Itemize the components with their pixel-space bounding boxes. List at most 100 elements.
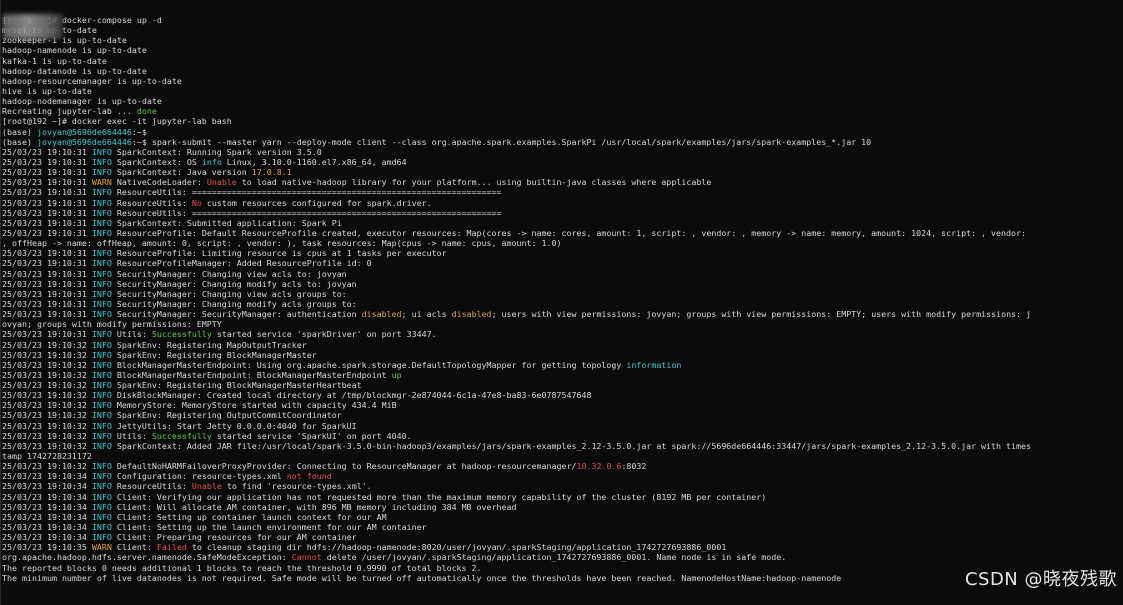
- terminal-line: mysql is up-to-date: [2, 25, 1119, 35]
- terminal-line: 25/03/23 19:10:31 INFO ResourceUtils: ==…: [2, 187, 1119, 197]
- terminal-line: 25/03/23 19:10:34 INFO Configuration: re…: [2, 471, 1119, 481]
- terminal-line: zookeeper-1 is up-to-date: [2, 35, 1119, 45]
- terminal-text-segment: Unable: [206, 177, 237, 188]
- terminal-text-segment: BlockManagerMasterEndpoint: Using org.ap…: [111, 359, 627, 370]
- terminal-line: hadoop-namenode is up-to-date: [2, 45, 1119, 55]
- terminal-text-segment: 25/03/23 19:10:34: [2, 491, 92, 502]
- terminal-text-segment: INFO: [91, 227, 112, 238]
- terminal-line: (base) jovyan@5696de664446:~$ spark-subm…: [2, 137, 1119, 147]
- terminal-text-segment: INFO: [91, 390, 112, 401]
- terminal-text-segment: INFO: [91, 167, 112, 178]
- terminal-text-segment: WARN: [91, 177, 112, 188]
- terminal-text-segment: :~$: [131, 126, 147, 137]
- terminal-text-segment: SecurityManager: SecurityManager: authen…: [111, 309, 362, 320]
- terminal-text-segment: INFO: [91, 369, 112, 380]
- terminal-text-segment: SparkContext: Java version: [111, 167, 252, 178]
- terminal-text-segment: delete /user/jovyan/.sparkStaging/applic…: [321, 552, 787, 563]
- terminal-text-segment: 25/03/23 19:10:31: [2, 268, 92, 279]
- terminal-text-segment: INFO: [91, 207, 112, 218]
- terminal-text-segment: INFO: [91, 156, 112, 167]
- terminal-text-segment: 25/03/23 19:10:31: [2, 177, 92, 188]
- terminal-text-segment: 25/03/23 19:10:31: [2, 278, 92, 289]
- terminal-text-segment: SparkContext: Running Spark version 3.5.…: [111, 146, 322, 157]
- terminal-text-segment: INFO: [91, 471, 112, 482]
- terminal-text-segment: kafka-1 is up-to-date: [2, 55, 107, 66]
- terminal-text-segment: [root@192 ~]# docker exec -it jupyter-la…: [2, 116, 232, 127]
- terminal-text-segment: INFO: [91, 217, 112, 228]
- terminal-text-segment: SparkEnv: Registering OutputCommitCoordi…: [111, 410, 342, 421]
- terminal-text-segment: Utils:: [111, 430, 152, 441]
- terminal-text-segment: 25/03/23 19:10:35: [2, 542, 92, 553]
- terminal-line: 25/03/23 19:10:31 INFO SecurityManager: …: [2, 269, 1119, 279]
- terminal-line: 25/03/23 19:10:34 INFO Client: Verifying…: [2, 492, 1119, 502]
- terminal-text-segment: SecurityManager: Changing view acls grou…: [111, 288, 347, 299]
- terminal-text-segment: INFO: [91, 491, 112, 502]
- terminal-text-segment: 25/03/23 19:10:31: [2, 288, 92, 299]
- terminal-line: 25/03/23 19:10:34 INFO Client: Will allo…: [2, 502, 1119, 512]
- terminal-text-segment: INFO: [91, 339, 112, 350]
- terminal-text-segment: Configuration: resource-types.xml: [111, 471, 287, 482]
- terminal-text-segment: SparkContext: OS: [111, 156, 202, 167]
- terminal-line: 25/03/23 19:10:31 INFO Utils: Successful…: [2, 329, 1119, 339]
- terminal-text-segment: ResourceUtils: =========================…: [111, 207, 502, 218]
- terminal-text-segment: Client:: [111, 542, 157, 553]
- terminal-text-segment: INFO: [91, 329, 112, 340]
- terminal-text-segment: SecurityManager: Changing view acls to: …: [111, 268, 347, 279]
- terminal-text-segment: 25/03/23 19:10:34: [2, 511, 92, 522]
- terminal-line: 25/03/23 19:10:31 INFO ResourceUtils: ==…: [2, 208, 1119, 218]
- terminal-text-segment: 25/03/23 19:10:32: [2, 410, 92, 421]
- terminal-text-segment: :~$ spark-submit --master yarn --deploy-…: [131, 136, 872, 147]
- terminal-line: 25/03/23 19:10:31 INFO SecurityManager: …: [2, 299, 1119, 309]
- terminal-text-segment: INFO: [91, 359, 112, 370]
- terminal-line: 25/03/23 19:10:32 INFO Utils: Successful…: [2, 431, 1119, 441]
- terminal-text-segment: INFO: [91, 420, 112, 431]
- terminal-text-segment: INFO: [91, 461, 112, 472]
- terminal-text-segment: DiskBlockManager: Created local director…: [111, 390, 592, 401]
- terminal-text-segment: INFO: [91, 481, 112, 492]
- terminal-line: 25/03/23 19:10:31 WARN NativeCodeLoader:…: [2, 177, 1119, 187]
- terminal-text-segment: hadoop-resourcemanager is up-to-date: [2, 75, 182, 86]
- terminal-text-segment: 25/03/23 19:10:31: [2, 207, 92, 218]
- terminal-text-segment: INFO: [91, 410, 112, 421]
- terminal-text-segment: DefaultNoHARMFailoverProxyProvider: Conn…: [111, 461, 577, 472]
- terminal-line: 25/03/23 19:10:34 INFO Client: Setting u…: [2, 512, 1119, 522]
- terminal-line: org.apache.hadoop.hdfs.server.namenode.S…: [2, 552, 1119, 562]
- terminal-text-segment: INFO: [91, 268, 112, 279]
- terminal-text-segment: hadoop-namenode is up-to-date: [2, 45, 147, 56]
- terminal-text-segment: INFO: [91, 440, 112, 451]
- terminal-text-segment: Utils:: [111, 329, 152, 340]
- terminal-text-segment: Client: Verifying our application has no…: [111, 491, 767, 502]
- terminal-text-segment: INFO: [91, 288, 112, 299]
- terminal-line: 25/03/23 19:10:31 INFO SecurityManager: …: [2, 309, 1119, 319]
- terminal-text-segment: (base): [2, 126, 37, 137]
- terminal-text-segment: 25/03/23 19:10:32: [2, 461, 92, 472]
- terminal-text-segment: WARN: [91, 542, 112, 553]
- terminal-text-segment: MemoryStore: MemoryStore started with ca…: [111, 400, 397, 411]
- terminal-text-segment: to find 'resource-types.xml'.: [221, 481, 372, 492]
- terminal-text-segment: The reported blocks 0 needs additional 1…: [2, 562, 482, 573]
- terminal-text-segment: Client: Preparing resources for our AM c…: [111, 532, 357, 543]
- terminal-text-segment: info: [201, 156, 222, 167]
- terminal-line: 25/03/23 19:10:34 INFO ResourceUtils: Un…: [2, 481, 1119, 491]
- terminal-text-segment: INFO: [91, 380, 112, 391]
- terminal-line: hadoop-nodemanager is up-to-date: [2, 96, 1119, 106]
- terminal-text-segment: 25/03/23 19:10:32: [2, 369, 92, 380]
- terminal-text-segment: hadoop-datanode is up-to-date: [2, 65, 147, 76]
- terminal-text-segment: 25/03/23 19:10:34: [2, 501, 92, 512]
- terminal-text-segment: disabled: [361, 309, 402, 320]
- watermark: CSDN @晓夜残歌: [964, 569, 1117, 590]
- terminal-text-segment: 25/03/23 19:10:31: [2, 227, 92, 238]
- terminal-text-segment: Linux, 3.10.0-1160.el7.x86_64, amd64: [221, 156, 407, 167]
- terminal-text-segment: INFO: [91, 430, 112, 441]
- terminal-window[interactable]: [r o ]# docker-compose up -dmysql is up-…: [0, 0, 1123, 605]
- terminal-text-segment: custom resources configured for spark.dr…: [201, 197, 432, 208]
- terminal-text-segment: tamp 1742728231172: [2, 451, 92, 462]
- terminal-text-segment: Unable: [191, 481, 222, 492]
- terminal-text-segment: INFO: [91, 400, 112, 411]
- terminal-text-segment: SparkEnv: Registering BlockManagerMaster: [111, 349, 317, 360]
- terminal-text-segment: ResourceProfile: Limiting resource is cp…: [111, 248, 447, 259]
- terminal-line: 25/03/23 19:10:31 INFO SparkContext: Run…: [2, 147, 1119, 157]
- terminal-line: 25/03/23 19:10:34 INFO Client: Preparing…: [2, 532, 1119, 542]
- terminal-text-segment: ovyan; groups with modify permissions: E…: [2, 319, 222, 330]
- terminal-text-segment: ; ui acls: [401, 309, 452, 320]
